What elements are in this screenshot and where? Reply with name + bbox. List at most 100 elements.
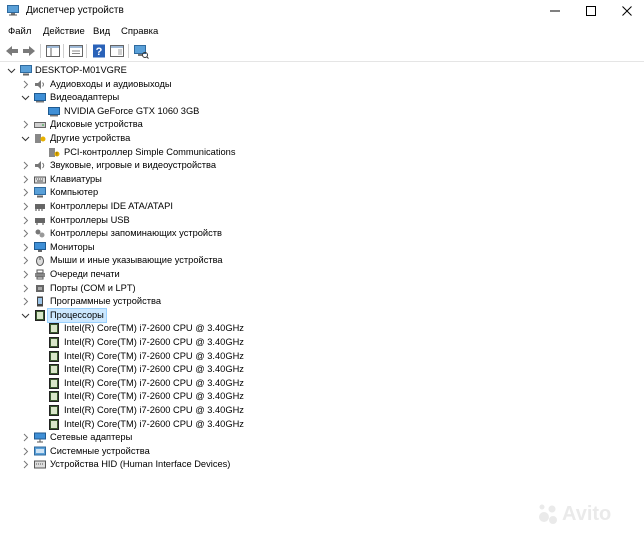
tree-device[interactable]: ! PCI-контроллер Simple Communications (0, 146, 600, 160)
toolbar-separator (128, 44, 129, 58)
tree-category[interactable]: Компьютер (0, 186, 600, 200)
expand-right-icon[interactable] (21, 284, 30, 293)
tree-category[interactable]: Звуковые, игровые и видеоустройства (0, 159, 600, 173)
maximize-icon (586, 6, 596, 16)
minimize-icon (550, 10, 560, 12)
tree-root[interactable]: DESKTOP-M01VGRE (0, 64, 600, 78)
tree-item-label: Контроллеры запоминающих устройств (50, 228, 222, 239)
tree-device[interactable]: Intel(R) Core(TM) i7-2600 CPU @ 3.40GHz (0, 350, 600, 364)
tree-item-label: Клавиатуры (50, 173, 102, 184)
tree-category[interactable]: Аудиовходы и аудиовыходы (0, 78, 600, 92)
cpu-icon (49, 391, 59, 403)
expand-down-icon[interactable] (7, 66, 16, 75)
tree-category[interactable]: Контроллеры IDE ATA/ATAPI (0, 200, 600, 214)
tree-category[interactable]: Порты (COM и LPT) (0, 282, 600, 296)
tree-item-label: Звуковые, игровые и видеоустройства (50, 160, 217, 171)
svg-text:?: ? (96, 46, 103, 58)
tree-item-label: Сетевые адаптеры (50, 432, 133, 443)
tree-category[interactable]: Клавиатуры (0, 173, 600, 187)
tree-device[interactable]: Intel(R) Core(TM) i7-2600 CPU @ 3.40GHz (0, 390, 600, 404)
expand-down-icon[interactable] (21, 134, 30, 143)
tree-item-label: NVIDIA GeForce GTX 1060 3GB (64, 105, 200, 116)
tree-device[interactable]: Intel(R) Core(TM) i7-2600 CPU @ 3.40GHz (0, 322, 600, 336)
maximize-button[interactable] (576, 2, 606, 20)
menu-action[interactable]: Действие (43, 26, 85, 37)
expand-right-icon[interactable] (21, 433, 30, 442)
tree-category[interactable]: Процессоры (0, 307, 600, 323)
menu-view[interactable]: Вид (93, 26, 110, 37)
cpu-icon (49, 418, 59, 430)
expand-right-icon[interactable] (21, 460, 30, 469)
tree-category[interactable]: Мониторы (0, 241, 600, 255)
usb-icon (35, 217, 45, 225)
scan-hardware-icon (134, 45, 149, 59)
help-button[interactable]: ? (91, 43, 107, 59)
tree-category[interactable]: Мыши и иные указывающие устройства (0, 254, 600, 268)
tree-item-label: DESKTOP-M01VGRE (35, 65, 127, 75)
tree-item-label: Intel(R) Core(TM) i7-2600 CPU @ 3.40GHz (64, 377, 244, 388)
tree-item-label: Дисковые устройства (50, 119, 143, 130)
menu-file[interactable]: Файл (8, 26, 31, 37)
tree-device[interactable]: Intel(R) Core(TM) i7-2600 CPU @ 3.40GHz (0, 418, 600, 432)
unknown-device-icon (35, 134, 46, 143)
expand-right-icon[interactable] (21, 447, 30, 456)
mouse-icon (36, 256, 44, 267)
tree-item-label: Intel(R) Core(TM) i7-2600 CPU @ 3.40GHz (64, 405, 244, 415)
tree-device[interactable]: Intel(R) Core(TM) i7-2600 CPU @ 3.40GHz (0, 363, 600, 377)
device-tree: DESKTOP-M01VGRE Аудиовходы и аудиовыходы В… (0, 62, 644, 540)
tree-category[interactable]: Другие устройства (0, 132, 600, 146)
tree-item-label: Компьютер (50, 187, 99, 198)
expand-right-icon[interactable] (21, 297, 30, 306)
tree-item-label: Intel(R) Core(TM) i7-2600 CPU @ 3.40GHz (64, 323, 244, 334)
forward-button[interactable] (21, 43, 37, 59)
scan-hardware-button[interactable] (133, 43, 149, 59)
expand-right-icon[interactable] (21, 229, 30, 238)
tree-category[interactable]: Программные устройства (0, 295, 600, 309)
expand-right-icon[interactable] (21, 120, 30, 129)
expand-down-icon[interactable] (21, 311, 30, 320)
tree-category[interactable]: Сетевые адаптеры (0, 431, 600, 445)
menu-help[interactable]: Справка (121, 26, 158, 37)
tree-item-label: Порты (COM и LPT) (50, 282, 136, 293)
tree-device[interactable]: Intel(R) Core(TM) i7-2600 CPU @ 3.40GHz (0, 336, 600, 350)
tree-item-label: Другие устройства (50, 133, 131, 143)
tree-item-label: Мониторы (50, 241, 95, 252)
cpu-icon (49, 350, 59, 362)
disk-drive-icon (34, 122, 46, 129)
svg-text:!: ! (56, 152, 57, 158)
expand-right-icon[interactable] (21, 256, 30, 265)
expand-right-icon[interactable] (21, 175, 30, 184)
expand-right-icon[interactable] (21, 270, 30, 279)
expand-right-icon[interactable] (21, 202, 30, 211)
tree-item-label: Intel(R) Core(TM) i7-2600 CPU @ 3.40GHz (64, 364, 244, 375)
close-button[interactable] (612, 2, 642, 20)
expand-down-icon[interactable] (21, 93, 30, 102)
tree-category[interactable]: Очереди печати (0, 268, 600, 282)
tree-category[interactable]: Устройства HID (Human Interface Devices) (0, 458, 600, 472)
ide-controller-icon (35, 204, 45, 211)
expand-right-icon[interactable] (21, 243, 30, 252)
expand-right-icon[interactable] (21, 80, 30, 89)
back-button[interactable] (4, 43, 20, 59)
console-tree-button[interactable] (45, 43, 61, 59)
properties-button[interactable] (68, 43, 84, 59)
tree-category[interactable]: Дисковые устройства (0, 118, 600, 132)
back-arrow-icon (6, 46, 18, 56)
tree-device[interactable]: Intel(R) Core(TM) i7-2600 CPU @ 3.40GHz (0, 404, 600, 418)
tree-device[interactable]: Intel(R) Core(TM) i7-2600 CPU @ 3.40GHz (0, 377, 600, 391)
minimize-button[interactable] (540, 2, 570, 20)
expand-right-icon[interactable] (21, 188, 30, 197)
toolbar-separator (86, 44, 87, 58)
expand-right-icon[interactable] (21, 216, 30, 225)
title-bar: Диспетчер устройств (0, 0, 644, 22)
tree-category[interactable]: Контроллеры запоминающих устройств (0, 227, 600, 241)
tree-device[interactable]: NVIDIA GeForce GTX 1060 3GB (0, 105, 600, 119)
avito-wordmark: Avito (562, 503, 612, 525)
printer-icon (35, 269, 45, 280)
tree-category[interactable]: Системные устройства (0, 445, 600, 459)
tree-category[interactable]: Видеоадаптеры (0, 91, 600, 105)
expand-right-icon[interactable] (21, 161, 30, 170)
tree-category[interactable]: Контроллеры USB (0, 214, 600, 228)
action-pane-button[interactable] (109, 43, 125, 59)
sound-icon (35, 161, 45, 171)
